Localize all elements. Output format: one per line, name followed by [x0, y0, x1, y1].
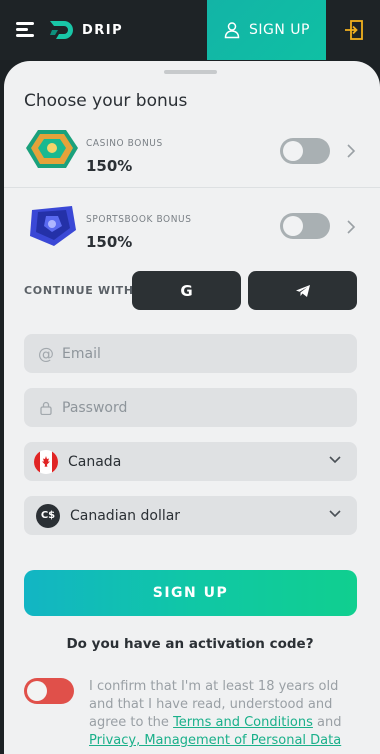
email-placeholder: Email: [62, 345, 101, 362]
email-field[interactable]: @ Email: [24, 334, 357, 373]
at-icon: @: [38, 344, 54, 363]
signup-button[interactable]: SIGN UP: [24, 570, 357, 616]
password-field[interactable]: Password: [24, 388, 357, 427]
privacy-link[interactable]: Privacy, Management of Personal Data: [89, 733, 341, 748]
toggle-knob: [283, 141, 303, 161]
chevron-down-icon: [329, 456, 341, 464]
continue-with-label: CONTINUE WITH: [24, 284, 134, 297]
password-placeholder: Password: [62, 399, 128, 416]
casino-bonus-label: CASINO BONUS: [86, 138, 163, 149]
terms-link[interactable]: Terms and Conditions: [173, 715, 313, 730]
sportsbook-bonus-label: SPORTSBOOK BONUS: [86, 214, 192, 225]
activation-code-link[interactable]: Do you have an activation code?: [0, 636, 380, 652]
chevron-right-icon[interactable]: [346, 144, 356, 158]
telegram-icon: [295, 284, 310, 297]
casino-bonus-toggle[interactable]: [280, 138, 330, 164]
lock-icon: [38, 400, 54, 416]
canada-flag-icon: [34, 449, 58, 474]
page-title: Choose your bonus: [24, 91, 188, 111]
brand-logo[interactable]: DRIP: [48, 15, 123, 45]
soccer-ball-icon: [30, 206, 76, 246]
casino-bonus-value: 150%: [86, 157, 133, 175]
chevron-down-icon: [329, 510, 341, 518]
currency-value: Canadian dollar: [70, 507, 181, 524]
telegram-login-button[interactable]: [248, 271, 357, 310]
sheet-handle[interactable]: [164, 70, 217, 74]
toggle-knob: [283, 216, 303, 236]
consent-text: I confirm that I'm at least 18 years old…: [89, 678, 364, 750]
drip-logo-icon: [50, 21, 73, 39]
chevron-right-icon[interactable]: [346, 220, 356, 234]
top-bar: DRIP SIGN UP: [0, 0, 380, 60]
toggle-knob: [27, 681, 47, 701]
login-icon[interactable]: [342, 18, 366, 42]
divider: [4, 187, 380, 188]
brand-name: DRIP: [82, 22, 124, 38]
menu-icon[interactable]: [16, 22, 34, 38]
user-icon: [224, 22, 240, 39]
google-icon: G: [180, 281, 193, 300]
google-login-button[interactable]: G: [132, 271, 241, 310]
sportsbook-bonus-toggle[interactable]: [280, 213, 330, 239]
country-value: Canada: [68, 453, 122, 470]
currency-select[interactable]: C$ Canadian dollar: [24, 496, 357, 535]
currency-icon: C$: [36, 503, 60, 528]
consent-and: and: [317, 715, 342, 730]
signup-top-button[interactable]: SIGN UP: [207, 0, 326, 60]
casino-chip-icon: [26, 130, 78, 168]
consent-toggle[interactable]: [24, 678, 74, 704]
country-select[interactable]: Canada: [24, 442, 357, 481]
sportsbook-bonus-value: 150%: [86, 233, 133, 251]
signup-top-label: SIGN UP: [249, 22, 310, 38]
